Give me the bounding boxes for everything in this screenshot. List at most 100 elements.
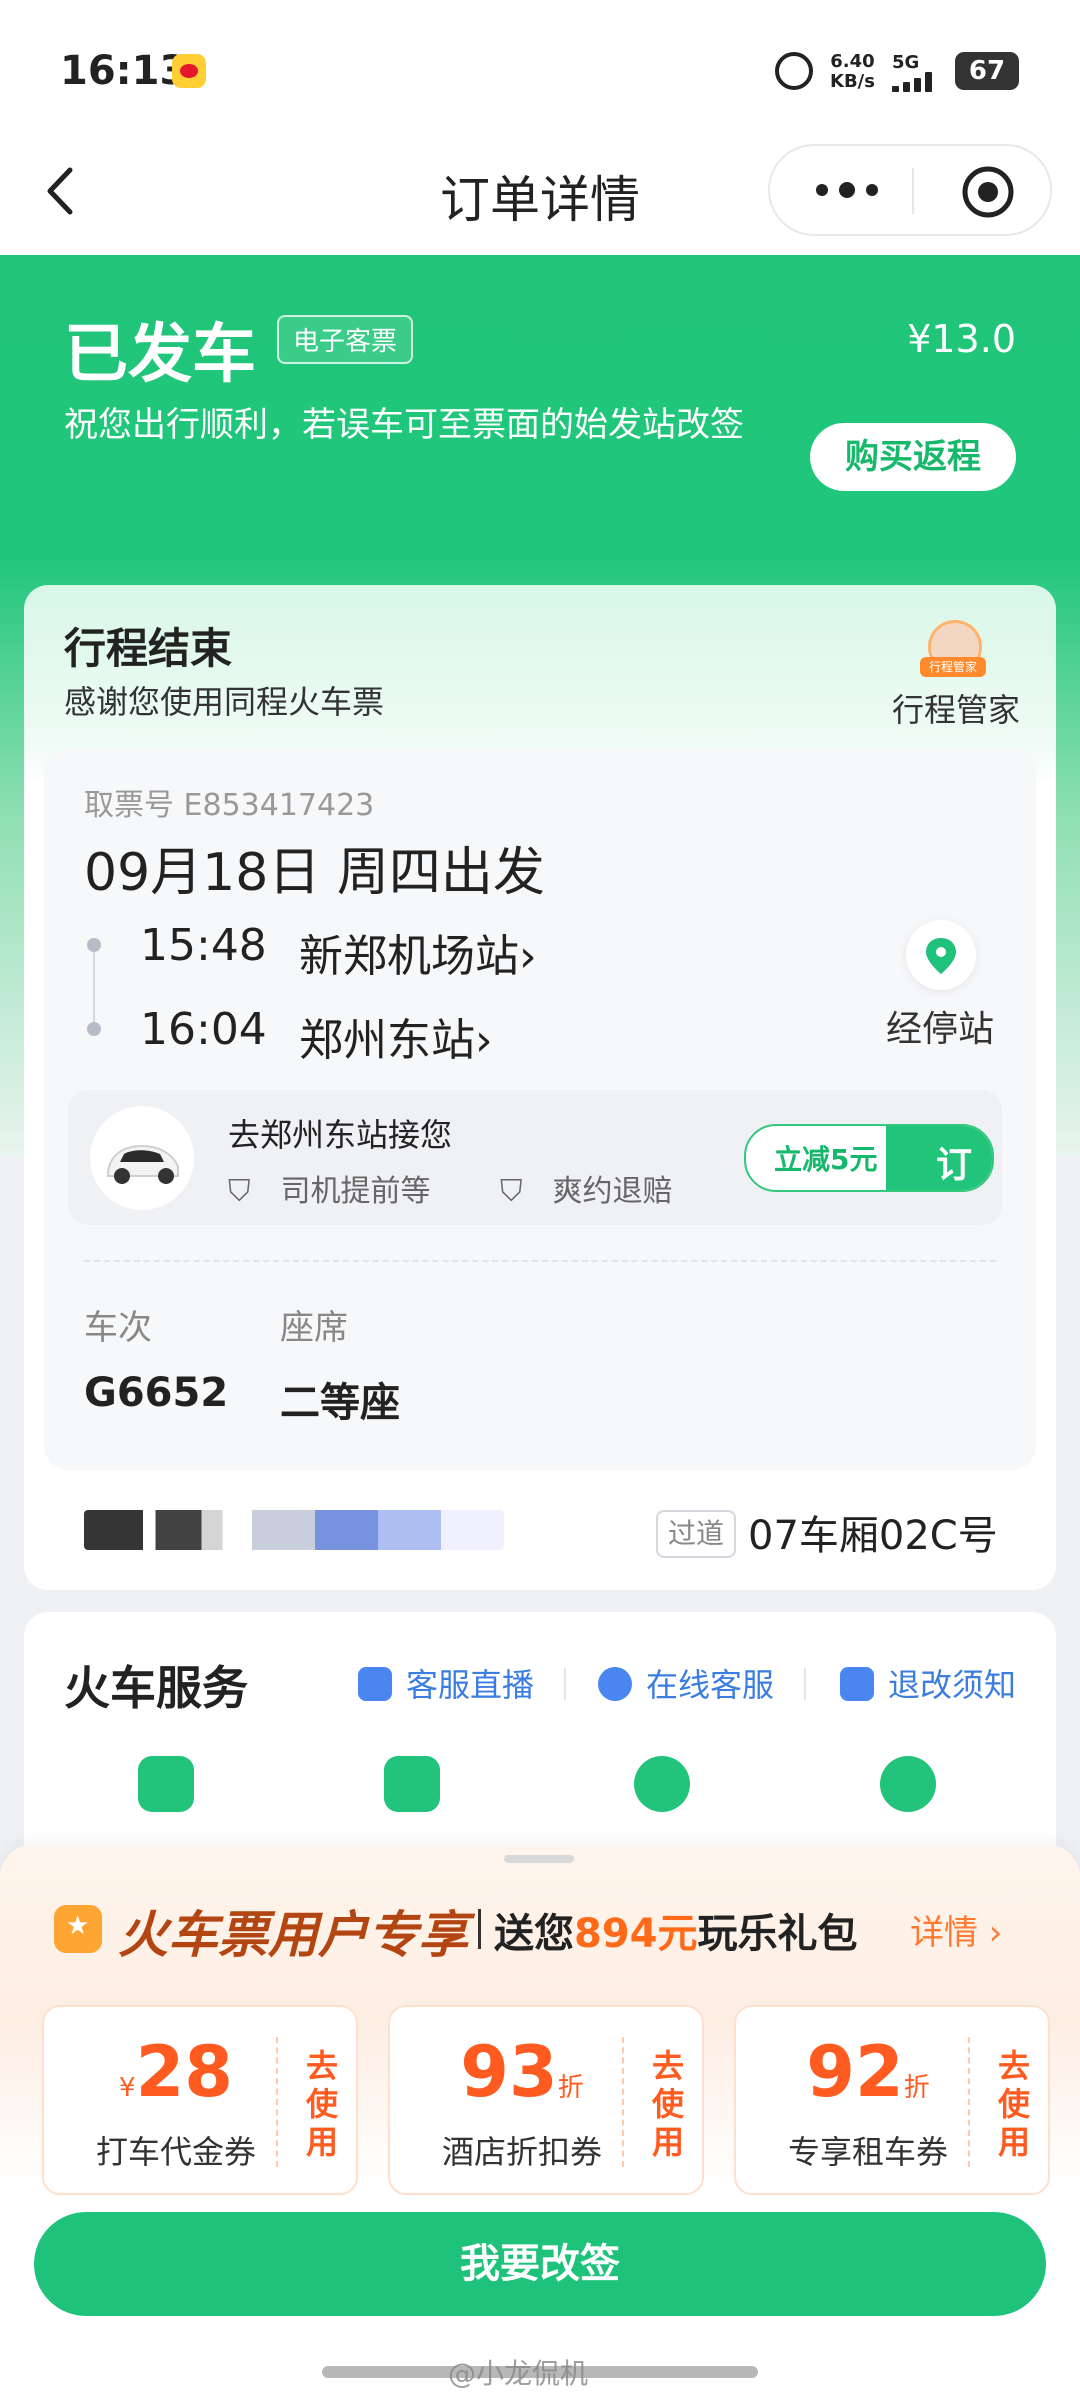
- doc-icon: [840, 1667, 874, 1701]
- butler-badge: 行程管家: [920, 657, 986, 677]
- tv-icon: [358, 1667, 392, 1701]
- service-link-label: 退改须知: [888, 1666, 1017, 1704]
- pickup-title: 去郑州东站接您: [228, 1116, 453, 1154]
- stops-label[interactable]: 经停站: [886, 1000, 994, 1052]
- watermark: @小龙侃机: [448, 2357, 589, 2390]
- chevron-right-icon: ›: [475, 1015, 493, 1066]
- status-tip: 祝您出行顺利，若误车可至票面的始发站改签: [64, 405, 744, 445]
- offer-suffix: 玩乐礼包: [697, 1911, 858, 1957]
- arrive-station[interactable]: 郑州东站›: [299, 1004, 493, 1068]
- coupon-dashed-line: [276, 2037, 278, 2167]
- shield-icon: ⛉: [500, 1174, 523, 1209]
- weibo-icon: [172, 54, 206, 88]
- coupon-use-button[interactable]: 去使用: [302, 2047, 342, 2161]
- divider: [84, 1260, 996, 1262]
- net-speed-unit: KB/s: [830, 71, 875, 92]
- ticket-details: 取票号 E853417423 09月18日 周四出发 15:48 新郑机场站› …: [44, 750, 1036, 1470]
- car-icon: [90, 1106, 194, 1210]
- coupon-use-button[interactable]: 去使用: [648, 2047, 688, 2161]
- station-map-icon[interactable]: [138, 1756, 194, 1812]
- discount-label: 立减5元: [774, 1143, 878, 1176]
- coupon-card[interactable]: 92折 专享租车券 去使用: [734, 2005, 1050, 2195]
- battery-icon: 67: [955, 52, 1019, 90]
- coupon-use-button[interactable]: 去使用: [994, 2047, 1034, 2161]
- promo-sheet: 火车票用户专享 送您894元玩乐礼包 详情 › ¥28 打车代金券 去使用 93…: [0, 1845, 1080, 2400]
- services-title: 火车服务: [64, 1661, 248, 1715]
- gift-icon: [54, 1905, 102, 1953]
- status-bar: 16:13 6.40 KB/s 5G 67: [0, 0, 1080, 130]
- coupon-card[interactable]: 93折 酒店折扣券 去使用: [388, 2005, 704, 2195]
- arrive-station-name: 郑州东站: [299, 1015, 475, 1066]
- seat-number: 07车厢02C号: [748, 1513, 998, 1559]
- promo-brand: 火车票用户专享: [118, 1906, 468, 1964]
- clock-icon[interactable]: [634, 1756, 690, 1812]
- coupon-amount: 92: [806, 2031, 904, 2113]
- depart-station[interactable]: 新郑机场站›: [299, 920, 537, 984]
- ticket-type-tag: 电子客票: [277, 315, 414, 364]
- train-number: G6652: [84, 1370, 229, 1416]
- coupon-name: 酒店折扣券: [441, 2133, 602, 2171]
- route-dot: [87, 938, 101, 952]
- aisle-tag: 过道: [656, 1510, 737, 1558]
- service-link-live[interactable]: 客服直播: [358, 1660, 534, 1706]
- promo-offer: 送您894元玩乐礼包: [494, 1901, 858, 1959]
- net-speed-value: 6.40: [830, 51, 875, 72]
- trip-card: 行程结束 感谢您使用同程火车票 行程管家 行程管家 取票号 E853417423…: [24, 585, 1056, 1590]
- status-time: 16:13: [60, 48, 188, 94]
- coupon-value: ¥28: [66, 2031, 286, 2113]
- butler-button[interactable]: 行程管家: [892, 685, 1020, 731]
- link-separator: [564, 1668, 566, 1700]
- alarm-icon: [775, 52, 813, 90]
- pickup-service[interactable]: 去郑州东站接您 ⛉ 司机提前等 ⛉ 爽约退赔 立减5元 订: [68, 1090, 1002, 1225]
- service-link-policy[interactable]: 退改须知: [840, 1660, 1016, 1706]
- arrive-time: 16:04: [140, 1004, 267, 1055]
- headset-icon: [598, 1667, 632, 1701]
- depart-time: 15:48: [140, 920, 267, 971]
- promo-details-link[interactable]: 详情 ›: [910, 1905, 1002, 1954]
- drag-handle[interactable]: [504, 1855, 574, 1863]
- coupon-value: 93折: [412, 2031, 632, 2113]
- coupon-unit: 折: [557, 2073, 584, 2103]
- stops-button[interactable]: [906, 920, 976, 990]
- network-type: 5G: [892, 52, 920, 73]
- net-speed: 6.40 KB/s: [830, 52, 875, 92]
- buy-return-button[interactable]: 购买返程: [810, 423, 1016, 491]
- coupon-unit: 折: [903, 2073, 930, 2103]
- book-label: 订: [935, 1145, 972, 1186]
- capsule-divider: [912, 168, 914, 214]
- more-icon[interactable]: [812, 178, 882, 202]
- pickup-book-button[interactable]: 立减5元 订: [744, 1124, 994, 1192]
- departure-date: 09月18日 周四出发: [84, 843, 545, 903]
- route-line: [93, 952, 95, 1022]
- close-miniprogram-icon[interactable]: [960, 164, 1016, 220]
- pickup-tag-label: 爽约退赔: [552, 1174, 673, 1209]
- trip-end-title: 行程结束: [64, 624, 233, 673]
- more-services-icon[interactable]: [880, 1756, 936, 1812]
- chevron-right-icon: ›: [519, 931, 537, 982]
- nav-bar: 订单详情: [0, 130, 1080, 255]
- invoice-icon[interactable]: [384, 1756, 440, 1812]
- order-status: 已发车: [64, 318, 256, 392]
- service-link-online[interactable]: 在线客服: [598, 1660, 774, 1706]
- pickup-tag: ⛉ 爽约退赔: [500, 1166, 703, 1210]
- link-separator: [804, 1668, 806, 1700]
- promo-separator: [478, 1909, 481, 1949]
- coupon-value: 92折: [758, 2031, 978, 2113]
- pickup-tags: ⛉ 司机提前等 ⛉ 爽约退赔: [228, 1166, 733, 1210]
- coupon-name: 专享租车券: [787, 2133, 948, 2171]
- location-pin-icon: [926, 938, 956, 974]
- coupon-dashed-line: [622, 2037, 624, 2167]
- offer-amount: 894元: [574, 1911, 698, 1957]
- change-ticket-button[interactable]: 我要改签: [34, 2212, 1046, 2316]
- pickup-tag-label: 司机提前等: [280, 1174, 431, 1209]
- coupon-card[interactable]: ¥28 打车代金券 去使用: [42, 2005, 358, 2195]
- miniprogram-capsule: [768, 144, 1052, 236]
- train-number-label: 车次: [84, 1308, 152, 1348]
- shield-icon: ⛉: [228, 1174, 251, 1209]
- book-button[interactable]: 订: [886, 1126, 992, 1190]
- depart-station-name: 新郑机场站: [299, 931, 519, 982]
- coupon-name: 打车代金券: [95, 2133, 256, 2171]
- coupon-currency: ¥: [119, 2073, 136, 2103]
- coupon-amount: 93: [460, 2031, 558, 2113]
- route-dot: [87, 1022, 101, 1036]
